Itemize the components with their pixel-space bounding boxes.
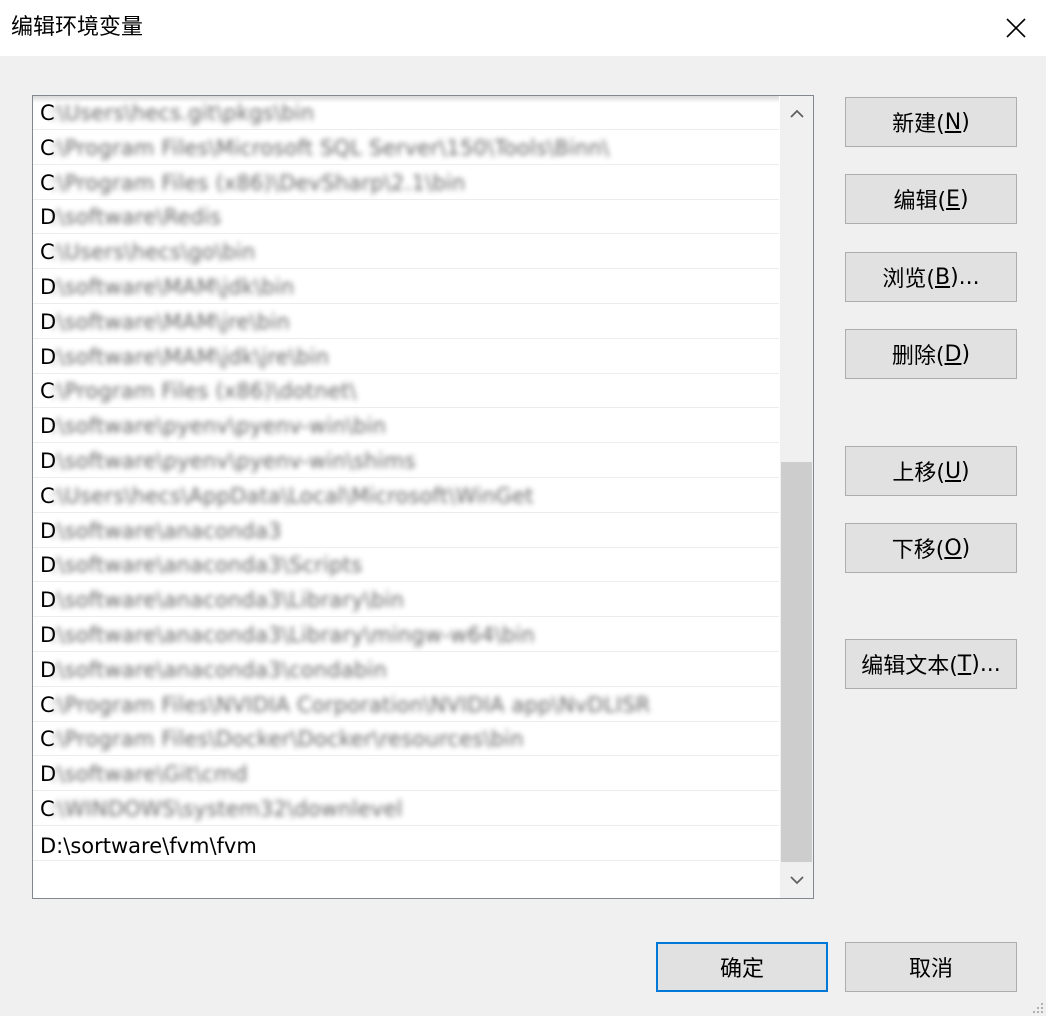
list-item[interactable]: D:\software\MAM\jdk\bin [33,270,779,304]
move-up-button-suffix: ) [961,458,970,484]
list-item[interactable]: C:\Program Files\NVIDIA Corporation\NVID… [33,688,779,722]
vertical-scrollbar[interactable] [780,96,813,898]
list-item[interactable]: C:\Program Files (x86)\dotnet\ [33,374,779,409]
list-item[interactable]: D:\software\anaconda3\Scripts [33,548,779,583]
cancel-button[interactable]: 取消 [845,942,1017,992]
list-item[interactable]: C:\Program Files\Docker\Docker\resources… [33,722,779,757]
browse-button-label: 浏览( [882,267,935,292]
new-button[interactable]: 新建(N) [845,97,1017,147]
edit-button-suffix: ) [959,186,969,212]
list-item-path-redacted: :\software\anaconda3\Scripts [50,553,363,578]
list-item-path-redacted: :\software\anaconda3\Library\mingw-w64\b… [50,623,535,647]
list-item-path-redacted: :\Users\hecs\go\bin [50,240,256,265]
new-button-key: N [944,109,962,135]
list-item-selected[interactable]: D:\sortware\fvm\fvm [33,827,779,861]
move-up-button[interactable]: 上移(U) [845,446,1017,496]
list-item-path-redacted: :\Users\hecs.git\pkgs\bin [50,101,315,125]
list-item-path-redacted: :\software\anaconda3\condabin [50,657,387,682]
edit-button-label: 编辑( [893,189,947,214]
browse-button[interactable]: 浏览(B)... [845,252,1017,302]
list-item[interactable]: C:\Program Files (x86)\DevSharp\2.1\bin [33,166,779,200]
list-item-path-redacted: :\Program Files\NVIDIA Corporation\NVIDI… [50,692,651,717]
list-item[interactable]: C:\WINDOWS\system32\downlevel [33,792,779,826]
list-item-path-redacted: :\software\pyenv\pyenv-win\shims [50,449,416,473]
list-item-path-redacted: :\Program Files (x86)\dotnet\ [50,379,357,404]
list-item-path-redacted: :\software\anaconda3 [50,518,282,543]
list-item[interactable]: D:\software\anaconda3\Library\bin [33,583,779,618]
list-item[interactable]: D:\software\pyenv\pyenv-win\shims [33,444,779,478]
list-item-path-redacted: :\software\Redis [50,205,222,230]
edit-text-button[interactable]: 编辑文本(T)... [845,639,1017,689]
path-listbox[interactable]: C:\Users\hecs.git\pkgs\bin C:\Program Fil… [32,95,814,899]
list-item[interactable]: C:\Users\hecs\AppData\Local\Microsoft\Wi… [33,479,779,513]
list-item[interactable]: D:\software\anaconda3\condabin [33,653,779,687]
list-item-path-redacted: :\Program Files\Microsoft SQL Server\150… [50,135,610,160]
browse-button-key: B [934,264,951,290]
title-bar: 编辑环境变量 [0,0,1046,56]
move-up-button-key: U [944,458,962,484]
move-up-button-label: 上移( [892,461,945,486]
move-down-button-suffix: ) [961,535,971,561]
list-item[interactable]: D:\software\anaconda3\Library\mingw-w64\… [33,618,779,652]
scroll-up-button[interactable] [780,96,813,132]
list-item-path-redacted: :\Program Files\Docker\Docker\resources\… [50,727,524,752]
list-item-path-redacted: :\software\MAM\jre\bin [50,309,290,334]
list-item[interactable]: C:\Users\hecs\go\bin [33,235,779,270]
new-button-label: 新建( [892,112,945,137]
list-item[interactable]: C:\Program Files\Microsoft SQL Server\15… [33,131,779,165]
list-item[interactable]: D:\software\MAM\jre\bin [33,305,779,339]
list-item-path-redacted: :\software\Git\cmd [50,762,248,787]
move-down-button-key: O [944,535,962,561]
move-down-button[interactable]: 下移(O) [845,523,1017,573]
scroll-down-button[interactable] [780,862,813,898]
list-item-path-redacted: :\software\MAM\jdk\jre\bin [50,344,330,369]
chevron-down-icon [789,876,804,885]
edit-button-key: E [946,186,960,212]
move-down-button-label: 下移( [891,538,945,563]
list-item-path-redacted: :\software\pyenv\pyenv-win\bin [50,414,387,439]
edit-text-button-suffix: )... [971,651,1001,677]
list-item-path-redacted: :\software\anaconda3\Library\bin [50,588,405,613]
new-button-suffix: ) [961,109,970,135]
edit-button[interactable]: 编辑(E) [845,174,1017,224]
list-item-path-redacted: :\Program Files (x86)\DevSharp\2.1\bin [50,170,466,195]
chevron-up-icon [789,109,804,118]
list-item[interactable]: D:\software\anaconda3 [33,514,779,548]
edit-text-button-label: 编辑文本( [861,654,958,679]
list-item[interactable]: C:\Users\hecs.git\pkgs\bin [33,96,779,130]
ok-button[interactable]: 确定 [656,942,828,992]
delete-button-suffix: ) [961,341,971,367]
list-item-path-redacted: :\WINDOWS\system32\downlevel [50,797,403,821]
close-button[interactable] [986,0,1046,56]
delete-button[interactable]: 删除(D) [845,329,1017,379]
scroll-thumb[interactable] [781,462,812,862]
list-item[interactable]: D:\software\Redis [33,200,779,235]
window-title: 编辑环境变量 [11,15,144,40]
browse-button-suffix: )... [950,264,980,290]
list-item[interactable]: D:\software\MAM\jdk\jre\bin [33,340,779,374]
path-list: C:\Users\hecs.git\pkgs\bin C:\Program Fil… [33,96,779,898]
list-item-path-redacted: :\software\MAM\jdk\bin [50,275,295,299]
edit-text-button-key: T [957,651,972,677]
list-item-path: D:\sortware\fvm\fvm [40,833,257,858]
delete-button-label: 删除( [891,344,945,369]
list-item[interactable]: D:\software\Git\cmd [33,757,779,792]
size-grip-icon[interactable] [1032,1002,1044,1014]
list-item[interactable]: D:\software\pyenv\pyenv-win\bin [33,409,779,444]
list-item-path-redacted: :\Users\hecs\AppData\Local\Microsoft\Win… [50,483,534,508]
delete-button-key: D [944,341,962,367]
close-icon [1006,18,1026,38]
